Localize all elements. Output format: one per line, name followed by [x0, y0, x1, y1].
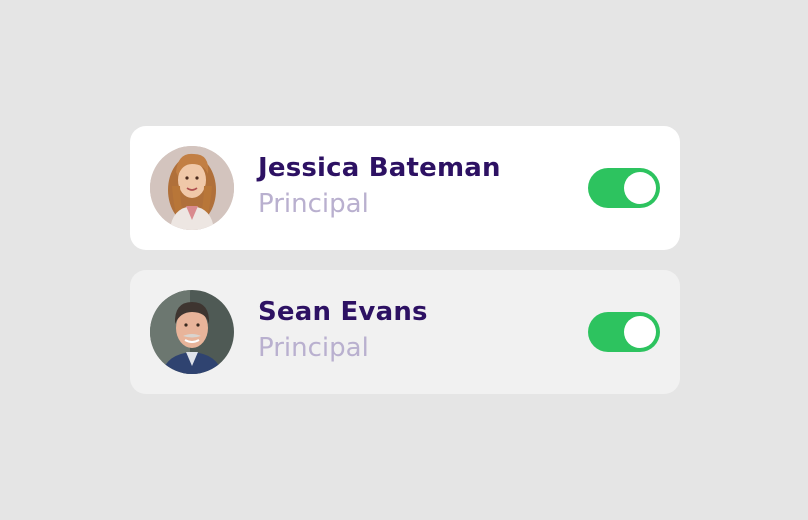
user-role: Principal — [258, 189, 369, 219]
user-card-jessica-bateman: Jessica Bateman Principal — [130, 126, 680, 250]
enable-toggle[interactable] — [588, 168, 660, 208]
toggle-knob — [624, 172, 656, 204]
avatar-photo-sean — [150, 290, 234, 374]
user-card-sean-evans: Sean Evans Principal — [130, 270, 680, 394]
user-role: Principal — [258, 333, 369, 363]
avatar — [150, 290, 234, 374]
avatar — [150, 146, 234, 230]
user-name: Jessica Bateman — [258, 153, 501, 183]
toggle-knob — [624, 316, 656, 348]
enable-toggle[interactable] — [588, 312, 660, 352]
user-name: Sean Evans — [258, 297, 428, 327]
avatar-photo-jessica — [150, 146, 234, 230]
